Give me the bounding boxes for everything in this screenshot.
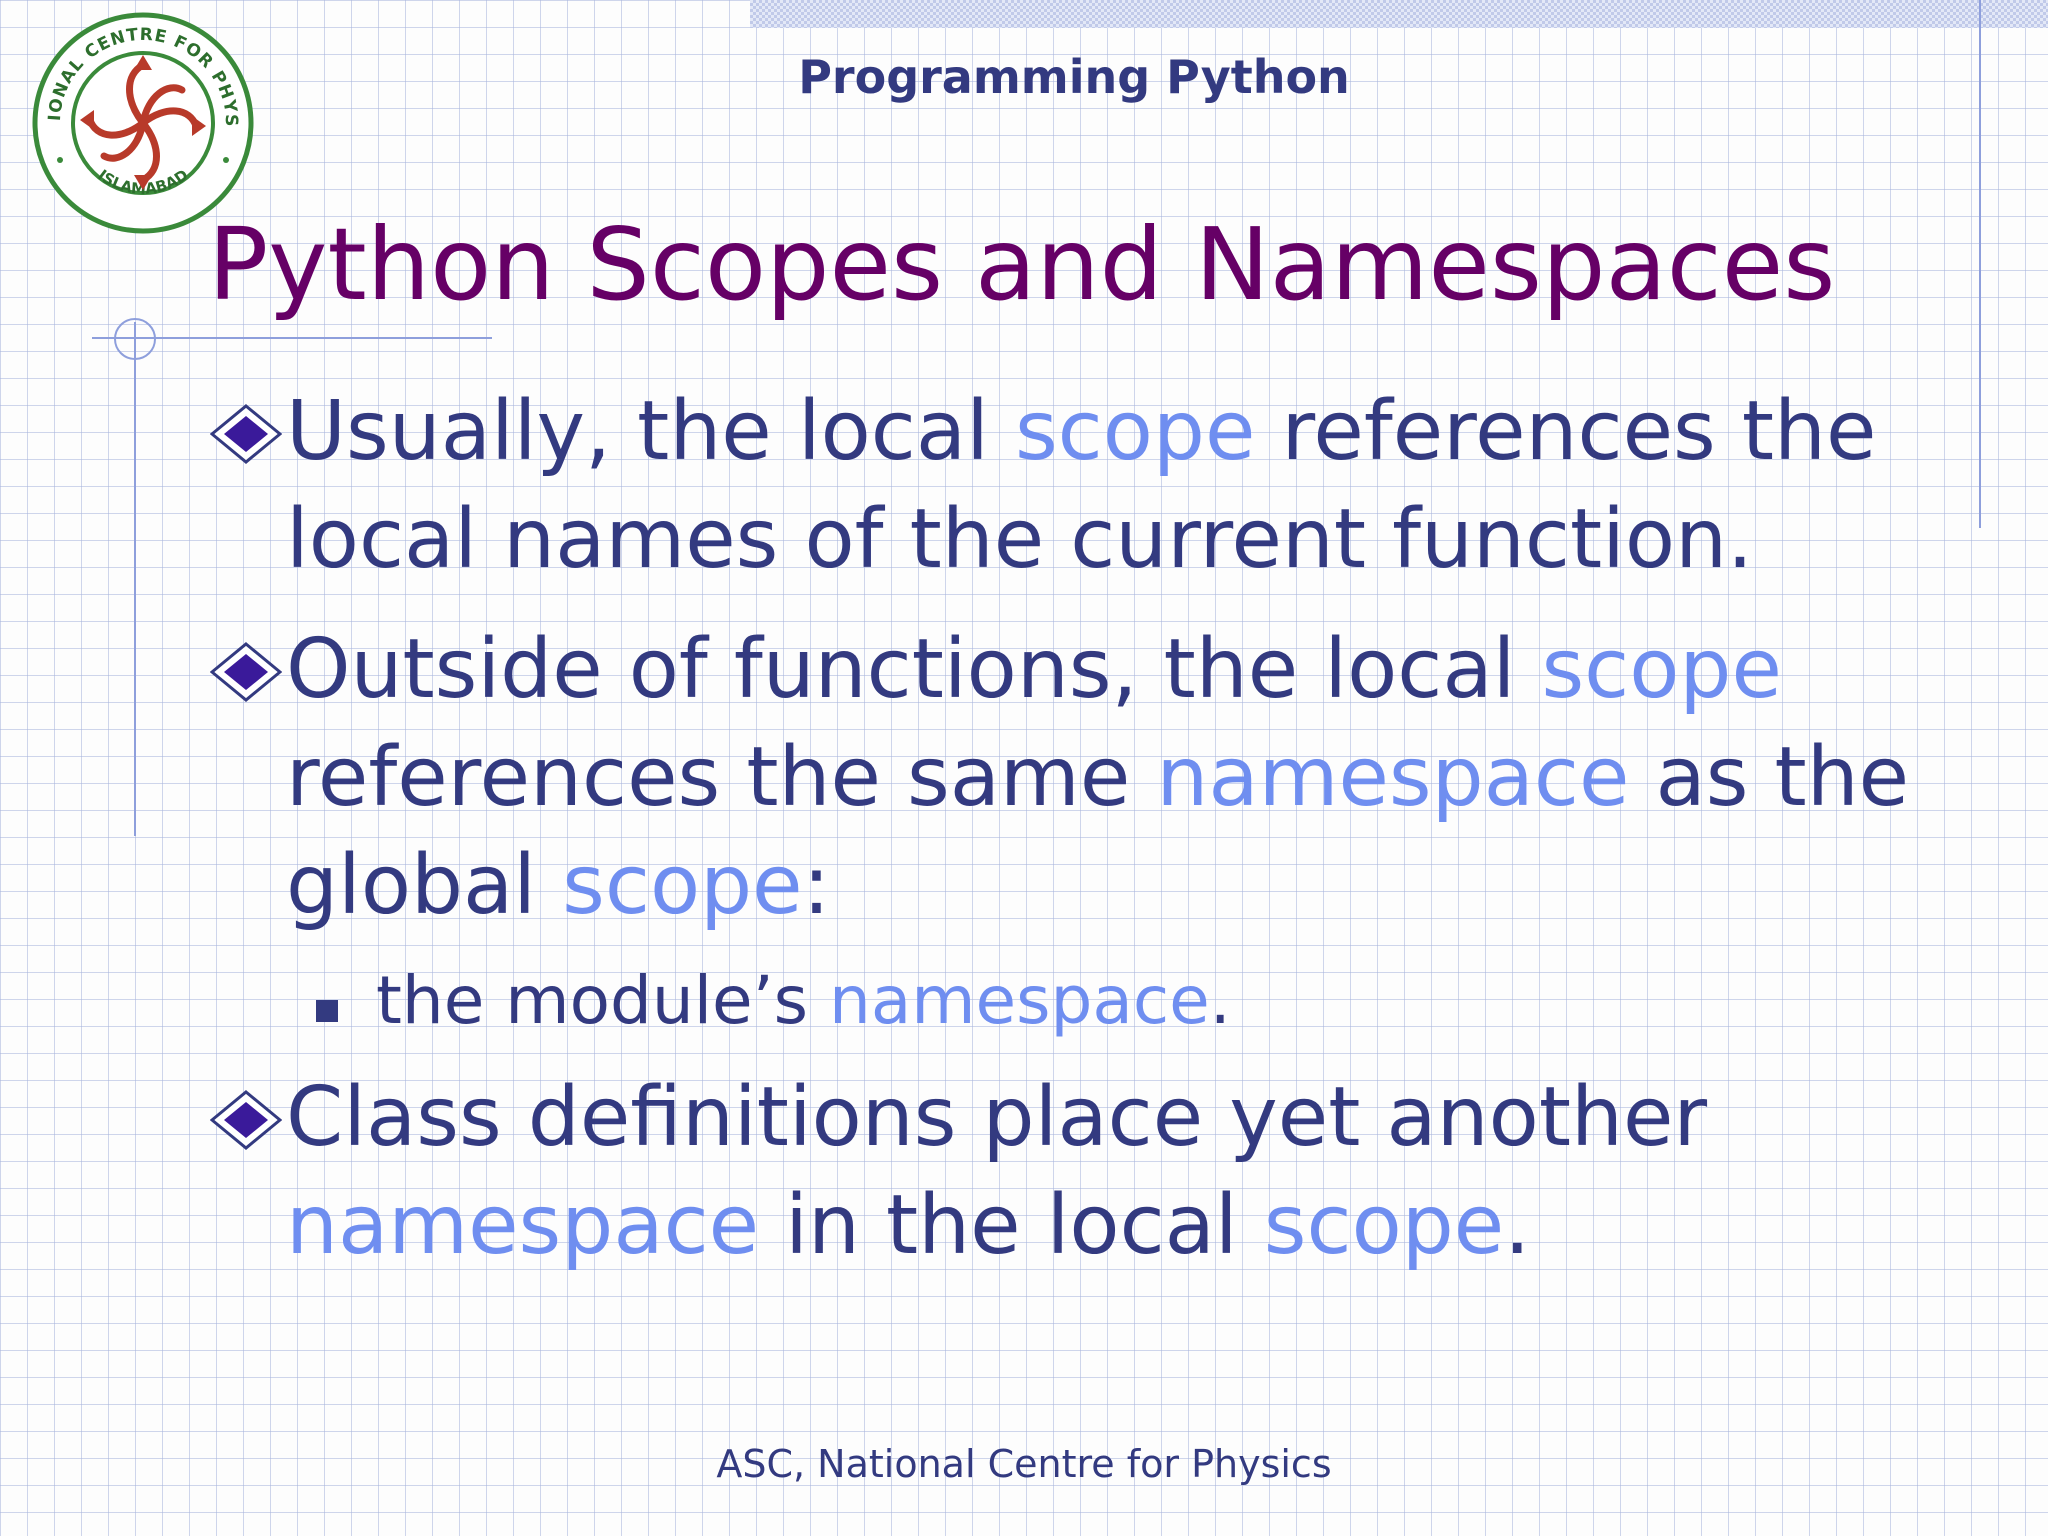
term-namespace: namespace xyxy=(828,962,1210,1039)
diamond-bullet-icon xyxy=(210,1090,282,1150)
slide-content: Usually, the local scope references the … xyxy=(208,378,1988,1302)
term-scope: scope xyxy=(1263,1178,1505,1273)
decor-circle xyxy=(114,318,156,360)
bullet-item: Class definitions place yet another name… xyxy=(208,1064,1988,1280)
diamond-bullet-icon xyxy=(210,642,282,702)
term-scope: scope xyxy=(562,838,803,933)
bullet-item: Outside of functions, the local scope re… xyxy=(208,616,1988,940)
ncp-logo: NATIONAL CENTRE FOR PHYSICS ISLAMABAD xyxy=(30,10,254,234)
presentation-header: Programming Python xyxy=(798,50,1350,104)
square-bullet-icon xyxy=(316,1000,338,1022)
diamond-bullet-icon xyxy=(210,404,282,464)
slide-title: Python Scopes and Namespaces xyxy=(208,206,1836,323)
term-namespace: namespace xyxy=(1156,730,1630,825)
top-pattern-band xyxy=(750,0,2048,28)
slide-footer: ASC, National Centre for Physics xyxy=(716,1442,1332,1486)
term-scope: scope xyxy=(1541,622,1782,717)
bullet-item: Usually, the local scope references the … xyxy=(208,378,1988,594)
term-scope: scope xyxy=(1014,384,1256,479)
term-namespace: namespace xyxy=(286,1178,760,1273)
left-decor-line xyxy=(134,322,136,836)
sub-bullet-item: the module’s namespace. xyxy=(208,956,1988,1046)
